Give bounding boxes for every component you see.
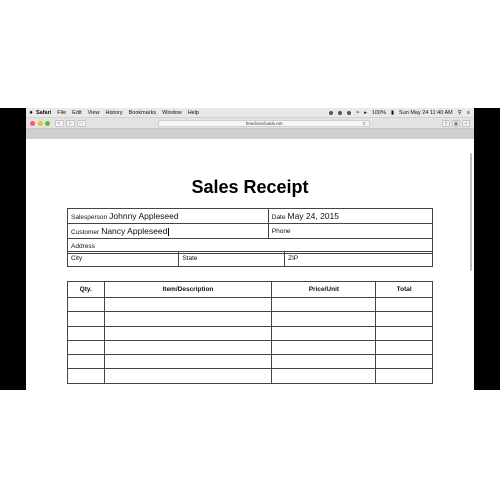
customer-field[interactable]: Customer Nancy Appleseed (67, 223, 269, 239)
column-header-price: Price/Unit (271, 281, 377, 298)
table-cell[interactable] (67, 325, 105, 341)
customer-info-table: Salesperson Johnny Appleseed Date May 24, … (67, 208, 434, 254)
status-icon[interactable] (329, 110, 334, 115)
menu-edit[interactable]: Edit (72, 110, 81, 116)
customer-value: Nancy Appleseed (101, 225, 168, 236)
table-cell[interactable] (103, 325, 273, 341)
wifi-icon[interactable]: ≈ (356, 110, 359, 116)
column-header-total: Total (375, 281, 433, 298)
table-row (67, 368, 433, 384)
clock[interactable]: Sun May 24 11:40 AM (399, 110, 453, 116)
minimize-window-button[interactable] (37, 120, 43, 126)
zoom-window-button[interactable] (45, 120, 50, 126)
volume-icon[interactable]: ▸ (364, 110, 367, 116)
status-icon[interactable] (338, 110, 343, 115)
battery-level[interactable]: 100% (372, 110, 386, 116)
menu-window[interactable]: Window (162, 110, 182, 116)
table-cell[interactable] (375, 354, 433, 370)
menu-bar: ● Safari File Edit View History Bookmark… (26, 108, 474, 118)
table-cell[interactable] (375, 311, 433, 327)
battery-icon[interactable]: ▮ (391, 110, 394, 116)
address-bar[interactable]: freedownloads.net C (158, 120, 370, 127)
table-cell[interactable] (271, 325, 377, 341)
phone-field[interactable]: Phone (267, 223, 434, 239)
table-row (67, 354, 433, 370)
table-cell[interactable] (271, 296, 377, 313)
text-cursor (168, 228, 170, 237)
location-table: City State ZIP (66, 250, 433, 267)
city-field[interactable]: City (66, 250, 180, 267)
scrollbar[interactable] (470, 153, 472, 271)
menu-list-icon[interactable]: ≡ (467, 110, 470, 116)
pdf-viewer-top-margin (26, 129, 474, 139)
menu-file[interactable]: File (57, 110, 66, 116)
menu-bookmarks[interactable]: Bookmarks (129, 110, 157, 116)
table-cell[interactable] (67, 311, 105, 327)
salesperson-field[interactable]: Salesperson Johnny Appleseed (67, 208, 269, 224)
table-row (67, 325, 433, 341)
document-title: Sales Receipt (191, 177, 309, 197)
table-cell[interactable] (271, 311, 377, 327)
table-row (67, 296, 433, 313)
menu-view[interactable]: View (88, 110, 100, 116)
table-cell[interactable] (67, 368, 105, 384)
table-cell[interactable] (103, 354, 273, 370)
window-controls (30, 120, 53, 126)
close-window-button[interactable] (30, 120, 35, 126)
menu-safari[interactable]: Safari (36, 110, 51, 116)
menu-help[interactable]: Help (188, 110, 199, 116)
table-cell[interactable] (375, 339, 433, 356)
date-label: Date (271, 214, 286, 221)
toolbar-right: ⇧ ▣ + (440, 120, 470, 127)
status-area: ≈ ▸ 100% ▮ Sun May 24 11:40 AM ⚲ ≡ (324, 110, 474, 116)
table-cell[interactable] (375, 325, 433, 341)
table-cell[interactable] (271, 368, 377, 384)
zip-label: ZIP (288, 255, 299, 262)
column-header-qty: Qty. (67, 281, 105, 298)
table-cell[interactable] (67, 339, 105, 356)
search-icon[interactable]: ⚲ (458, 110, 462, 116)
items-table: Qty. Item/Description Price/Unit Total (67, 281, 433, 384)
url-text: freedownloads.net (245, 121, 283, 126)
table-cell[interactable] (271, 354, 377, 370)
salesperson-value: Johnny Appleseed (109, 211, 179, 221)
customer-label: Customer (71, 228, 100, 236)
back-button[interactable]: < (54, 119, 64, 127)
tabs-icon[interactable]: ▣ (452, 120, 460, 127)
table-row (67, 311, 433, 327)
table-cell[interactable] (103, 339, 273, 356)
table-cell[interactable] (67, 296, 105, 313)
salesperson-label: Salesperson (71, 214, 108, 221)
city-label: City (71, 255, 83, 262)
sidebar-icon[interactable]: □ (76, 119, 86, 127)
table-cell[interactable] (67, 354, 105, 370)
date-value: May 24, 2015 (287, 211, 339, 221)
menu-history[interactable]: History (105, 110, 122, 116)
forward-button[interactable]: > (65, 119, 75, 127)
state-field[interactable]: State (178, 250, 286, 267)
phone-label: Phone (271, 227, 291, 235)
table-cell[interactable] (103, 296, 273, 313)
table-cell[interactable] (103, 368, 273, 384)
address-label: Address (71, 242, 95, 250)
browser-toolbar: < > □ freedownloads.net C ⇧ ▣ + (26, 118, 474, 129)
table-cell[interactable] (103, 311, 273, 327)
items-table-body (67, 296, 433, 384)
date-field[interactable]: Date May 24, 2015 (267, 208, 434, 224)
column-header-description: Item/Description (103, 281, 273, 298)
bluetooth-icon[interactable] (347, 110, 352, 115)
apple-icon[interactable]: ● (26, 110, 36, 116)
share-icon[interactable]: ⇧ (442, 120, 450, 127)
table-row (67, 339, 433, 356)
table-cell[interactable] (375, 296, 433, 313)
zip-field[interactable]: ZIP (284, 250, 433, 267)
table-cell[interactable] (271, 339, 377, 356)
table-cell[interactable] (375, 368, 433, 384)
new-tab-icon[interactable]: + (462, 120, 470, 127)
reload-icon[interactable]: C (363, 121, 366, 126)
state-label: State (182, 255, 198, 262)
